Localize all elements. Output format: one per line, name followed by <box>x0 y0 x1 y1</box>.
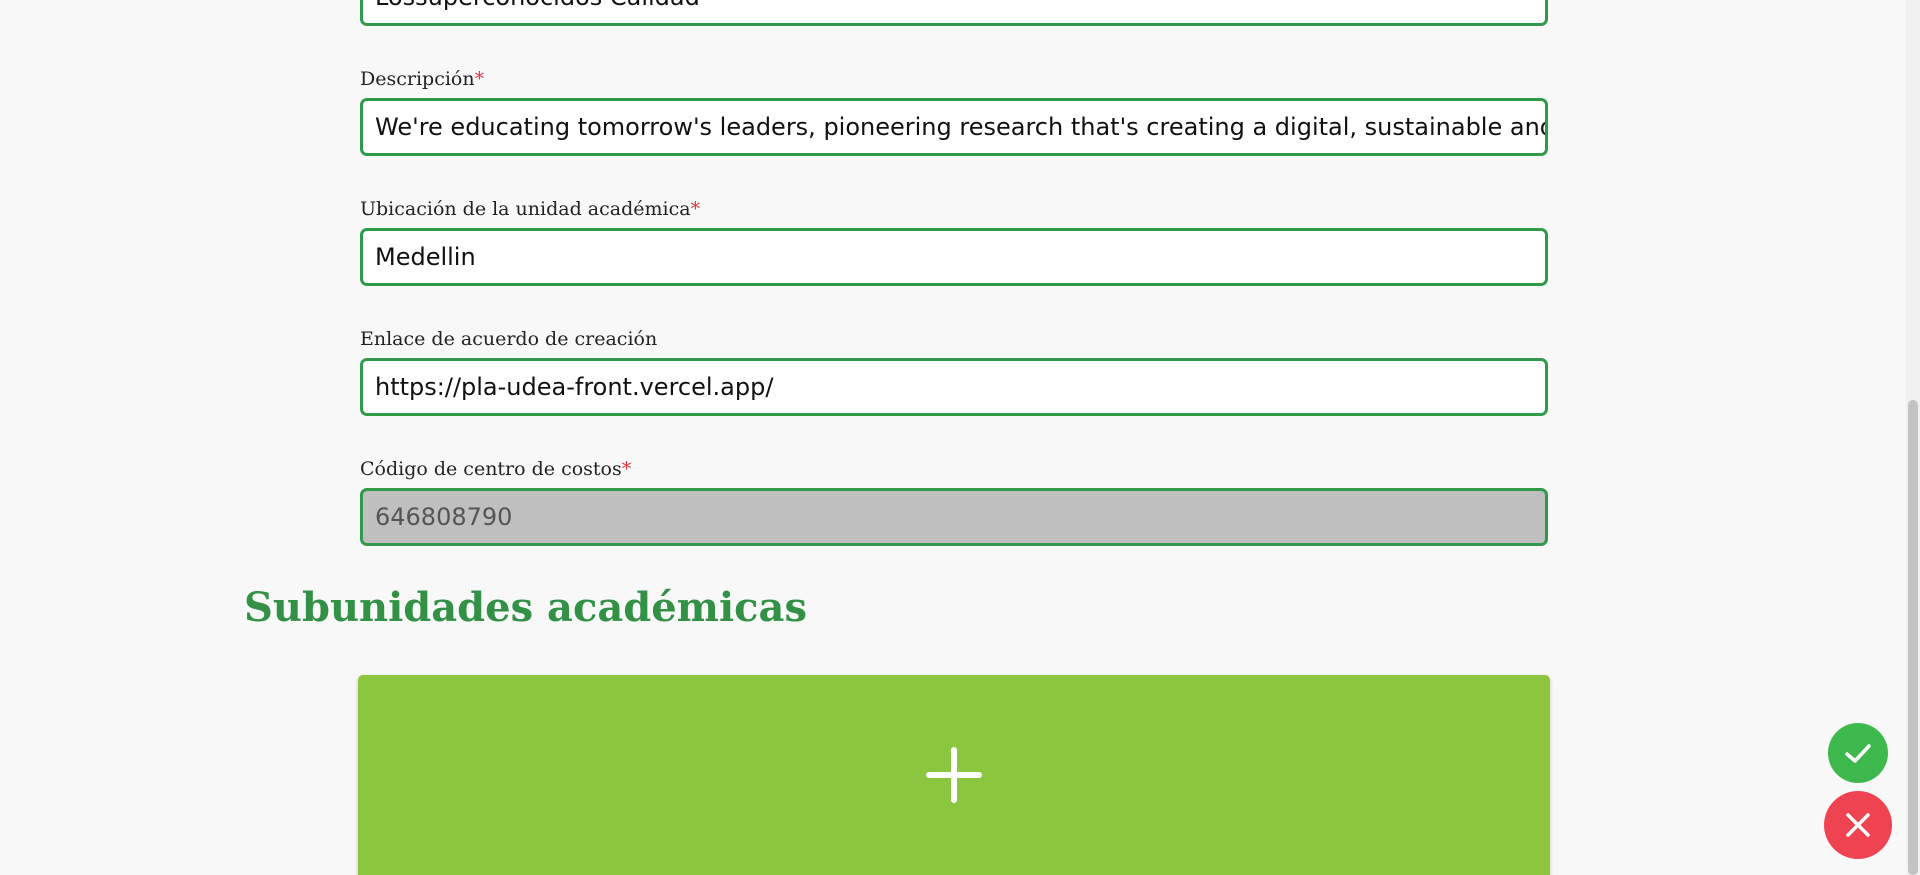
required-mark: * <box>621 458 632 480</box>
ubicacion-input[interactable]: Medellin <box>360 228 1548 286</box>
page-scrollbar[interactable] <box>1906 0 1920 875</box>
scrollbar-thumb[interactable] <box>1908 400 1918 875</box>
enlace-input[interactable]: https://pla-udea-front.vercel.app/ <box>360 358 1548 416</box>
cancel-button[interactable] <box>1824 791 1892 859</box>
enlace-label: Enlace de acuerdo de creación <box>360 328 657 350</box>
ubicacion-label: Ubicación de la unidad académica* <box>360 198 700 220</box>
codigo-label-text: Código de centro de costos <box>360 458 622 480</box>
page: Lossuperconocidos Calidad Descripción* W… <box>0 0 1920 875</box>
descripcion-label-text: Descripción <box>360 68 475 90</box>
confirm-button[interactable] <box>1828 723 1888 783</box>
codigo-input: 646808790 <box>360 488 1548 546</box>
descripcion-label: Descripción* <box>360 68 484 90</box>
plus-icon <box>926 747 982 803</box>
unit-name-field[interactable]: Lossuperconocidos Calidad <box>360 0 1548 26</box>
enlace-label-text: Enlace de acuerdo de creación <box>360 328 658 350</box>
descripcion-input[interactable]: We're educating tomorrow's leaders, pion… <box>360 98 1548 156</box>
required-mark: * <box>690 198 701 220</box>
close-icon <box>1846 813 1870 837</box>
check-icon <box>1845 744 1871 763</box>
codigo-label: Código de centro de costos* <box>360 458 631 480</box>
add-subunit-button[interactable] <box>358 675 1550 875</box>
ubicacion-label-text: Ubicación de la unidad académica <box>360 198 691 220</box>
subunidades-title: Subunidades académicas <box>244 584 807 631</box>
required-mark: * <box>474 68 485 90</box>
